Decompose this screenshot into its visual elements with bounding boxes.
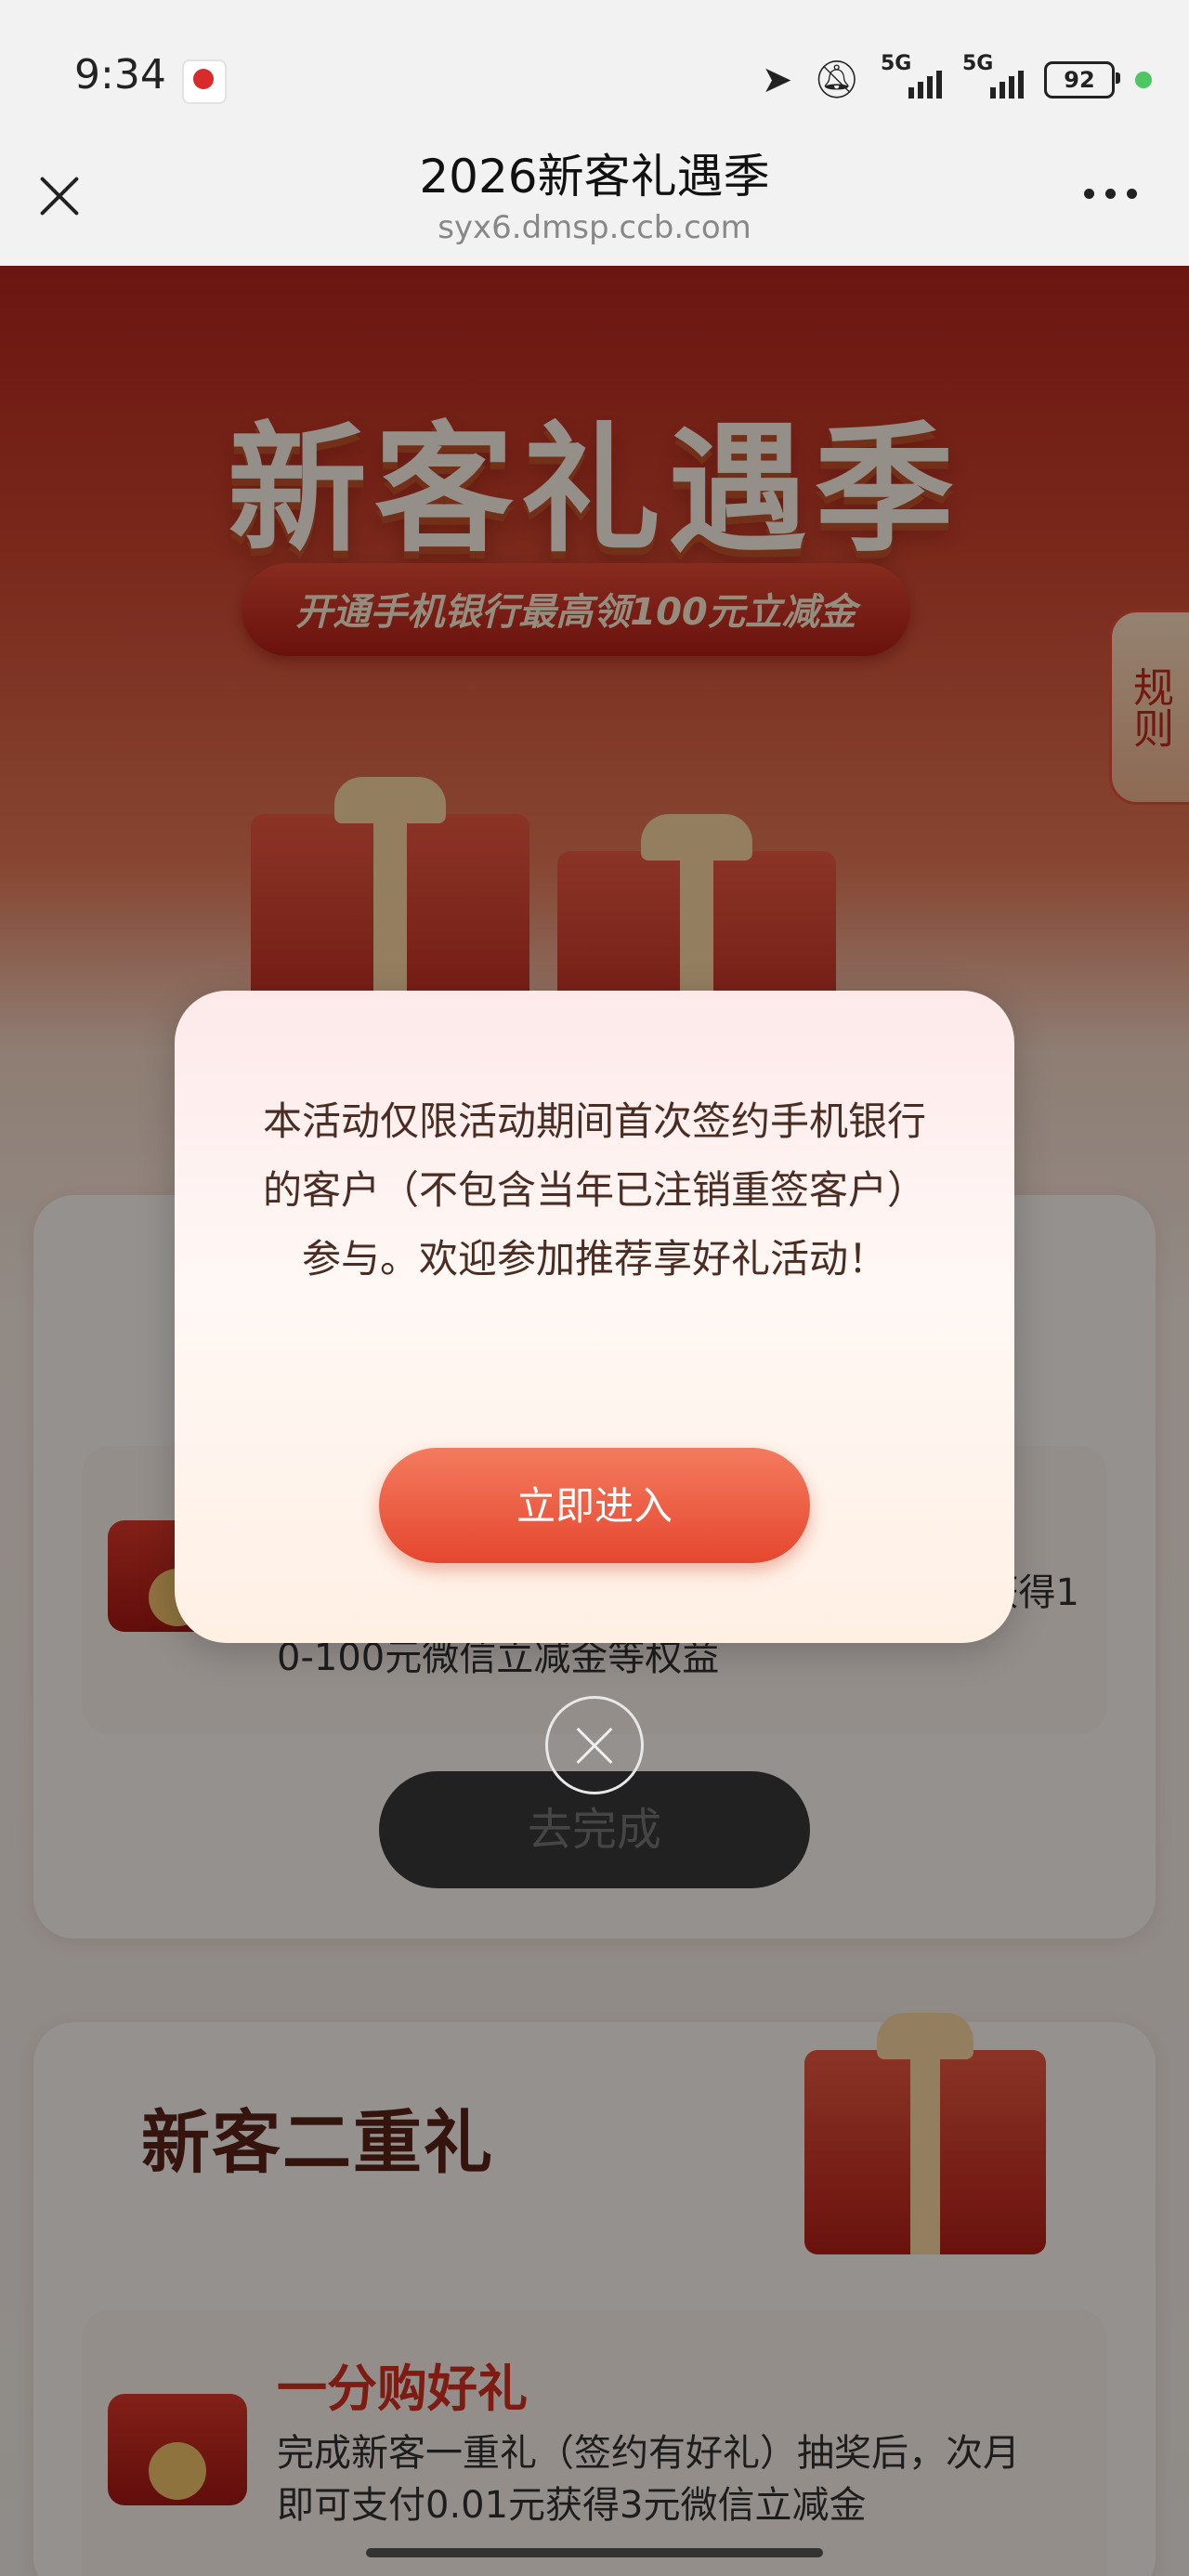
signal-icon: 5G [881,52,942,99]
app-notification-icon [182,59,227,104]
close-icon[interactable] [545,1696,644,1794]
signal-icon: 5G [962,52,1024,99]
page-url: syx6.dmsp.ccb.com [438,209,751,246]
status-bar: 9:34 ➤ 🔕︎ 5G 5G 92 [0,0,1189,149]
network-label: 5G [881,52,912,75]
modal-message: 本活动仅限活动期间首次签约手机银行的客户（不包含当年已注销重签客户）参与。欢迎参… [262,1098,926,1281]
status-time: 9:34 [74,51,166,99]
location-arrow-icon: ➤ [761,59,793,101]
enter-now-button[interactable]: 立即进入 [379,1448,810,1563]
battery-icon: 92 [1044,61,1120,99]
more-options-icon[interactable] [1084,189,1137,199]
privacy-indicator-dot [1135,72,1152,88]
page-title: 2026新客礼遇季 [419,150,770,204]
network-label: 5G [962,52,994,75]
home-indicator[interactable] [366,2548,823,2557]
bell-muted-icon: 🔕︎ [813,59,860,101]
status-icons: ➤ 🔕︎ 5G 5G 92 [761,52,1152,102]
notice-modal: 本活动仅限活动期间首次签约手机银行的客户（不包含当年已注销重签客户）参与。欢迎参… [175,991,1014,1643]
